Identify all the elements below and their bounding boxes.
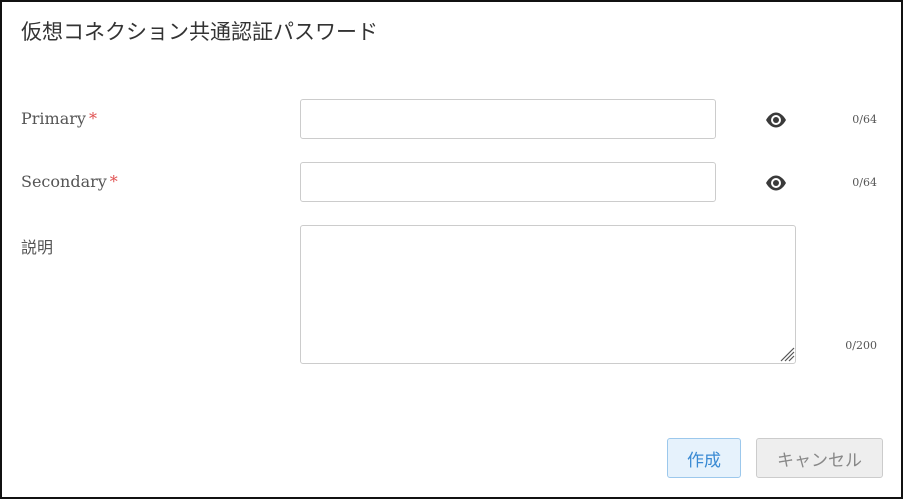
primary-label-text: Primary — [21, 109, 86, 128]
primary-char-counter: 0/64 — [852, 113, 877, 126]
secondary-required-mark: * — [109, 172, 118, 191]
textarea-resize-handle-icon[interactable] — [778, 345, 795, 362]
password-dialog: 仮想コネクション共通認証パスワード Primary * 0/64 Secondar… — [0, 0, 903, 499]
description-char-counter: 0/200 — [845, 339, 877, 352]
primary-eye-icon[interactable] — [764, 111, 788, 129]
secondary-label: Secondary * — [21, 172, 118, 191]
dialog-title: 仮想コネクション共通認証パスワード — [21, 20, 378, 44]
primary-label: Primary * — [21, 109, 97, 128]
secondary-eye-icon[interactable] — [764, 174, 788, 192]
primary-required-mark: * — [88, 109, 97, 128]
secondary-password-input[interactable] — [300, 162, 716, 202]
description-textarea[interactable] — [300, 225, 796, 364]
secondary-char-counter: 0/64 — [852, 176, 877, 189]
cancel-button[interactable]: キャンセル — [756, 438, 883, 478]
primary-password-input[interactable] — [300, 99, 716, 139]
description-label: 説明 — [21, 238, 54, 257]
secondary-label-text: Secondary — [21, 172, 107, 191]
create-button[interactable]: 作成 — [667, 438, 741, 478]
